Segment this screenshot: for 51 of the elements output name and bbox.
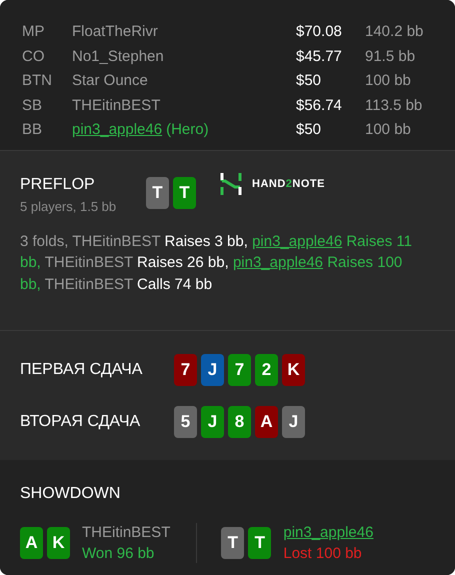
player-link[interactable]: pin3_apple46 (72, 119, 162, 142)
board-label: ПЕРВАЯ СДАЧА (20, 360, 144, 380)
position-label: MP (22, 22, 46, 42)
playing-card: J (282, 406, 305, 438)
playing-card: T (248, 527, 272, 559)
position-label: SB (22, 96, 44, 116)
player-link[interactable]: pin3_apple46 (252, 232, 342, 250)
stack-amount: $70.08 (296, 22, 343, 42)
player-name: FloatTheRivr (72, 22, 158, 42)
playing-card: J (201, 406, 224, 438)
playing-card: 2 (255, 354, 278, 386)
stack-amount: $56.74 (296, 96, 343, 116)
playing-card: 7 (228, 354, 251, 386)
player-name: Star Ounce (72, 71, 148, 91)
stack-amount: $50 (296, 71, 322, 91)
result-text: Won 96 bb (82, 544, 156, 564)
section-title: SHOWDOWN (20, 484, 122, 504)
position-label: CO (22, 46, 46, 66)
playing-card: J (201, 354, 224, 386)
stack-bb: 100 bb (365, 120, 411, 140)
playing-card: K (282, 354, 305, 386)
stack-bb: 140.2 bb (365, 22, 424, 42)
playing-card: 8 (228, 406, 251, 438)
stack-bb: 91.5 bb (365, 46, 416, 66)
position-label: BB (22, 120, 44, 140)
stack-amount: $45.77 (296, 46, 343, 66)
playing-card: A (20, 527, 43, 559)
playing-card: 5 (174, 406, 197, 438)
playing-card: T (221, 527, 244, 559)
hero-label: (Hero) (166, 120, 209, 140)
player-link[interactable]: pin3_apple46 (232, 254, 324, 271)
stack-bb: 100 bb (365, 71, 411, 91)
logo-text: HAND2NOTE (252, 176, 325, 192)
action-summary: 3 folds, THEitinBEST Raises 3 bb, pin3_apple46 Raises 11 bb, THEitinBEST Raises 26 bb, pin3_apple46 Raises 100 bb, THEitinBEST Calls 74 bb (20, 232, 413, 294)
playing-card: 7 (174, 354, 197, 386)
playing-card: T (173, 177, 196, 209)
section-subtitle: 5 players, 1.5 bb (20, 198, 118, 216)
position-label: BTN (22, 71, 53, 91)
player-name: THEitinBEST (82, 523, 170, 543)
board-label: ВТОРАЯ СДАЧА (20, 412, 142, 432)
playing-card: K (47, 527, 70, 559)
player-name: No1_Stephen (72, 46, 164, 66)
player-name: THEitinBEST (72, 96, 160, 116)
playing-card: T (146, 177, 169, 209)
section-title: PREFLOP (20, 175, 96, 195)
stack-bb: 113.5 bb (365, 96, 422, 116)
playing-card: A (255, 406, 278, 438)
logo-icon (220, 173, 242, 195)
player-link[interactable]: pin3_apple46 (283, 522, 374, 543)
result-text: Lost 100 bb (283, 544, 363, 564)
stack-amount: $50 (296, 120, 322, 140)
